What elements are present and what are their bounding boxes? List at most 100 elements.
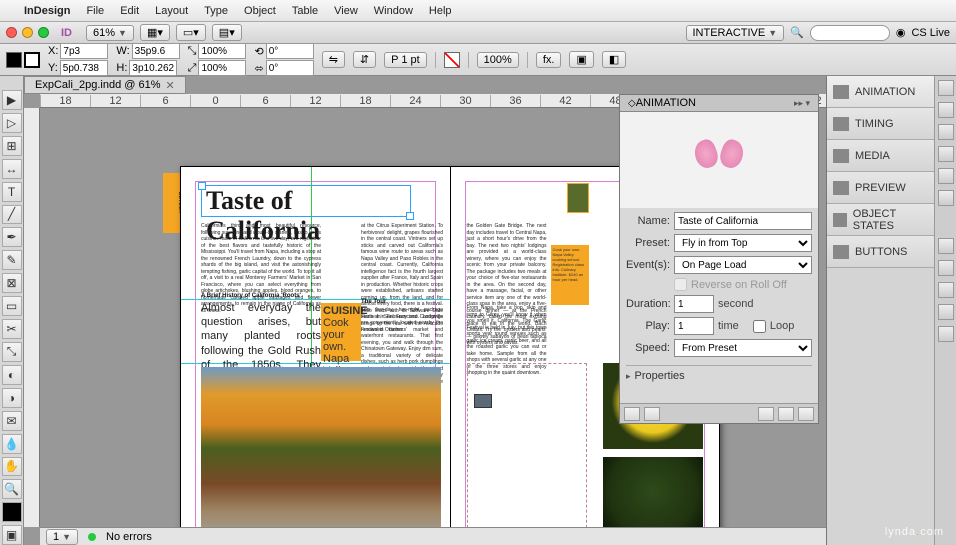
hand-tool-icon[interactable]: ✋ — [2, 457, 22, 477]
preview-spread-icon[interactable] — [624, 407, 640, 421]
media-placeholder-icon[interactable] — [474, 394, 492, 408]
rotate-field[interactable] — [266, 43, 314, 59]
color-panel-icon[interactable] — [938, 168, 954, 184]
pen-tool-icon[interactable]: ✒ — [2, 227, 22, 247]
dock-item-timing[interactable]: TIMING — [827, 108, 934, 140]
document-tab[interactable]: ExpCali_2pg.indd @ 61% ✕ — [24, 76, 186, 94]
stroke-swatch[interactable] — [24, 52, 40, 68]
preflight-status[interactable]: No errors — [106, 531, 152, 543]
sidebar-cuisine-box[interactable]: CUISINECook your own. Napa Valley cookin… — [321, 303, 361, 361]
show-animation-icon[interactable] — [778, 407, 794, 421]
menu-help[interactable]: Help — [429, 5, 452, 17]
extra-panel-icon-4[interactable] — [938, 304, 954, 320]
app-menu[interactable]: InDesign — [24, 5, 70, 17]
screen-mode-icon[interactable]: ▭▾ — [176, 24, 206, 41]
menu-object[interactable]: Object — [244, 5, 276, 17]
flip-v-icon[interactable]: ⇵ — [353, 51, 376, 68]
document-canvas[interactable]: ExpCali_2pg.indd @ 61% ✕ 181260612182430… — [24, 76, 826, 545]
vertical-ruler[interactable] — [24, 108, 40, 527]
empty-frame[interactable] — [467, 363, 587, 527]
olive-photo-frame[interactable] — [567, 183, 589, 213]
view-mode-icon[interactable]: ▣ — [2, 525, 22, 545]
view-options-icon[interactable]: ▦▾ — [140, 24, 170, 41]
animation-preset-dropdown[interactable]: Fly in from Top — [674, 234, 812, 252]
links-panel-icon[interactable] — [938, 124, 954, 140]
extra-panel-icon-1[interactable] — [938, 238, 954, 254]
selection-tool-icon[interactable]: ▶ — [2, 90, 22, 110]
corner-options-icon[interactable]: ◧ — [602, 51, 626, 68]
type-tool-icon[interactable]: T — [2, 182, 22, 202]
opacity-field[interactable]: 100% — [477, 52, 519, 68]
rectangle-tool-icon[interactable]: ▭ — [2, 296, 22, 316]
zoom-button[interactable] — [38, 27, 49, 38]
menu-type[interactable]: Type — [204, 5, 228, 17]
y-field[interactable] — [60, 60, 108, 76]
x-field[interactable] — [60, 43, 108, 59]
avocado-photo-frame[interactable] — [603, 457, 703, 527]
menu-file[interactable]: File — [86, 5, 104, 17]
rectangle-frame-tool-icon[interactable]: ⊠ — [2, 273, 22, 293]
page-navigator[interactable]: 1 ▼ — [46, 529, 78, 545]
menu-table[interactable]: Table — [292, 5, 318, 17]
swatches-panel-icon[interactable] — [938, 190, 954, 206]
effects-dropdown[interactable]: fx. — [536, 52, 562, 68]
stroke-panel-icon[interactable] — [938, 146, 954, 162]
scissors-tool-icon[interactable]: ✂ — [2, 319, 22, 339]
zoom-tool-icon[interactable]: 🔍 — [2, 479, 22, 499]
convert-to-path-icon[interactable] — [758, 407, 774, 421]
pages-panel-icon[interactable] — [938, 80, 954, 96]
dock-item-object-states[interactable]: OBJECT STATES — [827, 204, 934, 236]
menu-window[interactable]: Window — [374, 5, 413, 17]
cslive-icon[interactable]: ◉ — [896, 26, 906, 39]
eyedropper-tool-icon[interactable]: 💧 — [2, 434, 22, 454]
minimize-button[interactable] — [22, 27, 33, 38]
animation-panel[interactable]: ◇ ANIMATION▸▸ ▾ Name: Preset:Fly in from… — [619, 94, 819, 424]
animation-panel-tab[interactable]: ◇ ANIMATION▸▸ ▾ — [620, 95, 818, 112]
close-button[interactable] — [6, 27, 17, 38]
menu-edit[interactable]: Edit — [120, 5, 139, 17]
arrange-docs-icon[interactable]: ▤▾ — [212, 24, 242, 41]
menu-view[interactable]: View — [334, 5, 358, 17]
dock-item-preview[interactable]: PREVIEW — [827, 172, 934, 204]
direct-selection-tool-icon[interactable]: ▷ — [2, 113, 22, 133]
selected-text-frame[interactable]: Taste of California — [201, 185, 411, 217]
dock-item-media[interactable]: MEDIA — [827, 140, 934, 172]
properties-disclosure[interactable]: ▸Properties — [626, 365, 812, 386]
stroke-weight-field[interactable]: P 1 pt — [384, 52, 427, 68]
loop-checkbox[interactable] — [753, 320, 766, 333]
search-input[interactable] — [810, 25, 890, 41]
speed-dropdown[interactable]: From Preset — [674, 339, 812, 357]
dock-item-buttons[interactable]: BUTTONS — [827, 236, 934, 268]
scale-y-field[interactable] — [198, 60, 246, 76]
right-sidebar-box[interactable]: Cook your own. Napa Valley cooking schoo… — [551, 245, 589, 305]
hero-photo-frame[interactable] — [201, 367, 441, 527]
play-field[interactable] — [674, 317, 714, 335]
h-field[interactable] — [129, 60, 177, 76]
trash-icon[interactable] — [798, 407, 814, 421]
workspace-switcher[interactable]: INTERACTIVE ▼ — [686, 25, 785, 41]
left-page[interactable]: Taste of California California's third a… — [180, 166, 450, 527]
animation-events-dropdown[interactable]: On Page Load — [674, 256, 812, 274]
animation-name-field[interactable] — [674, 212, 812, 230]
page-tool-icon[interactable]: ⊞ — [2, 136, 22, 156]
menu-layout[interactable]: Layout — [155, 5, 188, 17]
gap-tool-icon[interactable]: ↔ — [2, 159, 22, 179]
duration-field[interactable] — [674, 295, 714, 313]
extra-panel-icon-3[interactable] — [938, 282, 954, 298]
shear-field[interactable] — [266, 60, 314, 76]
cslive-label[interactable]: CS Live — [911, 27, 950, 39]
note-tool-icon[interactable]: ✉ — [2, 411, 22, 431]
gradient-tool-icon[interactable]: ◐ — [2, 365, 22, 385]
w-field[interactable] — [132, 43, 180, 59]
text-wrap-icon[interactable]: ▣ — [569, 51, 593, 68]
fill-swatch[interactable] — [6, 52, 22, 68]
gradient-feather-tool-icon[interactable]: ◑ — [2, 388, 22, 408]
dock-item-animation[interactable]: ANIMATION — [827, 76, 934, 108]
free-transform-tool-icon[interactable]: ⤡ — [2, 342, 22, 362]
zoom-level-dropdown[interactable]: 61% ▼ — [86, 25, 134, 41]
extra-panel-icon-2[interactable] — [938, 260, 954, 276]
show-proxy-icon[interactable] — [644, 407, 660, 421]
scale-x-field[interactable] — [198, 43, 246, 59]
extra-panel-icon-5[interactable] — [938, 326, 954, 342]
layers-panel-icon[interactable] — [938, 102, 954, 118]
